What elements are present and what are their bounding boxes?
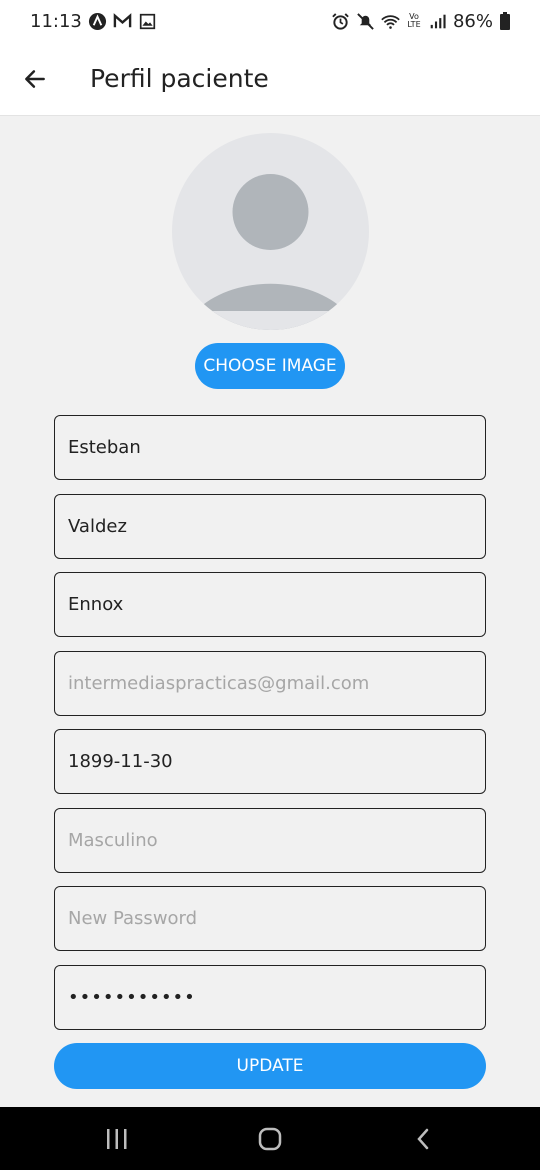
battery-icon [499,12,510,31]
signal-icon [428,12,447,31]
home-icon [258,1127,282,1150]
gmail-icon [113,12,132,31]
alarm-icon [331,12,350,31]
app-a-icon [88,12,107,31]
default-user-icon [172,174,369,330]
navigation-bar [0,1107,540,1170]
battery-percent: 86% [452,10,493,32]
choose-image-button[interactable]: CHOOSE IMAGE [195,343,345,389]
second-last-name-field[interactable]: Ennox [54,572,486,637]
birth-date-field[interactable]: 1899-11-30 [54,729,486,794]
arrow-back-icon [25,69,45,88]
gallery-icon [138,12,157,31]
back-nav-button[interactable] [393,1114,453,1164]
new-password-field[interactable]: New Password [54,886,486,951]
back-button[interactable] [0,42,70,116]
gender-field[interactable]: Masculino [54,808,486,873]
status-bar: 11:13 Vo LTE 86% [0,0,540,42]
recent-apps-icon [106,1128,127,1149]
status-right: Vo LTE 86% [331,11,510,32]
recent-apps-button[interactable] [87,1114,147,1164]
first-name-field[interactable]: Esteban [54,415,486,480]
page-title: Perfil paciente [90,64,269,93]
app-bar: Perfil paciente [0,42,540,116]
home-button[interactable] [240,1114,300,1164]
mute-icon [356,12,375,31]
email-field[interactable]: intermediaspracticas@gmail.com [54,651,486,716]
last-name-field[interactable]: Valdez [54,494,486,559]
status-left: 11:13 [30,11,157,32]
avatar[interactable] [172,133,369,330]
chevron-left-icon [417,1128,429,1149]
status-time: 11:13 [30,10,82,32]
update-button[interactable]: UPDATE [54,1043,486,1089]
wifi-icon [381,12,400,31]
volte-icon: Vo LTE [407,12,421,29]
confirm-password-field[interactable]: ••••••••••• [54,965,486,1030]
